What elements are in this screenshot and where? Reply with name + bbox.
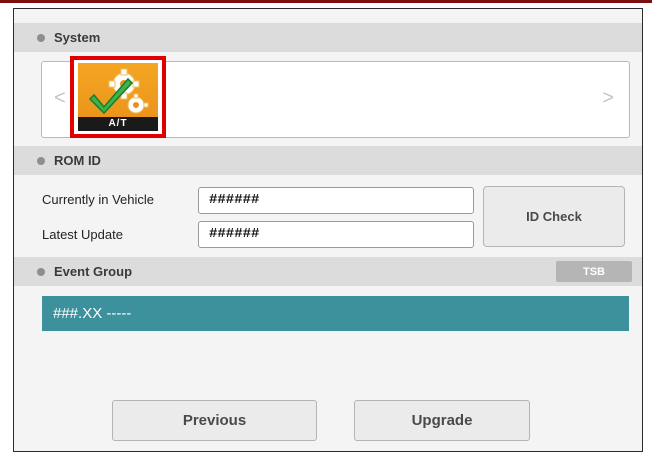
currently-in-vehicle-field: ###### [198, 187, 474, 214]
system-tile-label: A/T [78, 117, 158, 131]
system-tile-at[interactable]: A/T [70, 56, 166, 138]
tsb-button[interactable]: TSB [556, 261, 632, 282]
gear-check-icon [88, 68, 149, 115]
system-selector: < A/T > [41, 56, 630, 138]
scroll-right-arrow-icon[interactable]: > [602, 88, 614, 108]
system-title: System [54, 30, 101, 45]
id-check-button[interactable]: ID Check [483, 186, 625, 247]
rom-id-section-header: ROM ID [14, 146, 642, 175]
latest-update-field: ###### [198, 221, 474, 248]
upgrade-button[interactable]: Upgrade [354, 400, 530, 441]
rom-id-title: ROM ID [54, 153, 101, 168]
previous-button[interactable]: Previous [112, 400, 317, 441]
bullet-icon [37, 33, 45, 42]
latest-update-label: Latest Update [42, 227, 123, 242]
system-section-header: System [14, 23, 642, 52]
scroll-left-arrow-icon[interactable]: < [54, 88, 66, 108]
system-tile-image: A/T [78, 63, 158, 131]
event-group-title: Event Group [54, 264, 133, 279]
bullet-icon [37, 156, 45, 165]
currently-in-vehicle-label: Currently in Vehicle [42, 192, 154, 207]
event-group-section-header: Event Group TSB [14, 257, 642, 286]
bullet-icon [37, 267, 45, 276]
event-list-item[interactable]: ###.XX ----- [42, 296, 629, 331]
top-accent-bar [0, 0, 652, 3]
upgrade-panel: System < A/T > ROM ID Currently in Vehic… [13, 8, 643, 452]
